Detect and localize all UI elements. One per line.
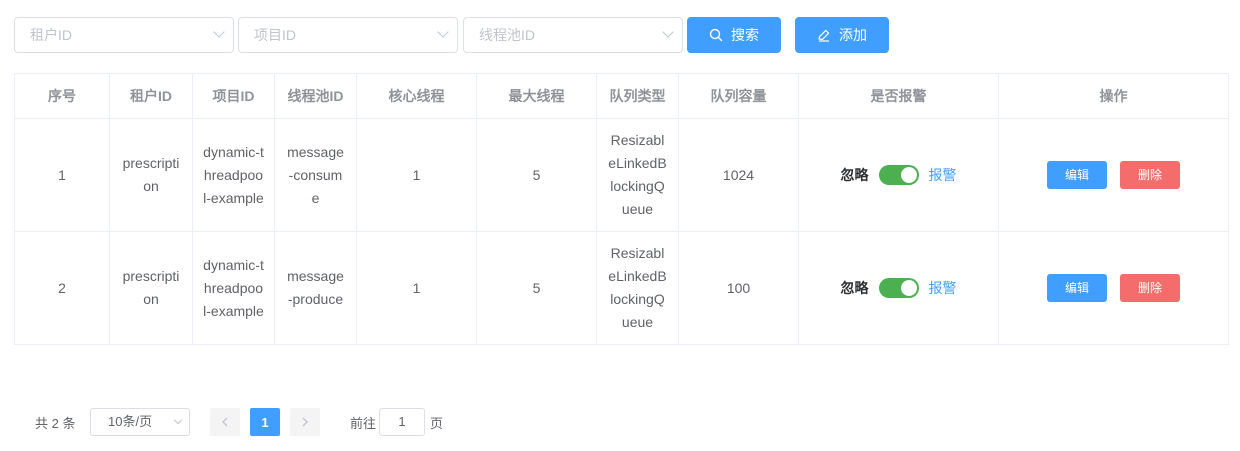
cell-pool: message-produce [274, 231, 357, 345]
cell-capacity: 100 [678, 231, 799, 345]
add-button[interactable]: 添加 [795, 17, 889, 53]
pool-id-select[interactable]: 线程池ID [463, 17, 683, 53]
chevron-left-icon [222, 417, 228, 427]
header-tenant-id: 租户ID [109, 73, 193, 119]
header-max-threads: 最大线程 [476, 73, 597, 119]
cell-core: 1 [356, 118, 477, 232]
cell-max: 5 [476, 231, 597, 345]
cell-queue-type: ResizableLinkedBlockingQueue [596, 118, 679, 232]
project-id-placeholder: 项目ID [254, 27, 296, 43]
pagination-total: 共 2 条 [35, 416, 76, 431]
edit-button[interactable]: 编辑 [1047, 274, 1107, 302]
cell-index: 2 [14, 231, 110, 345]
alarm-alert-label: 报警 [928, 279, 957, 296]
prev-page-button[interactable] [210, 408, 240, 436]
search-button[interactable]: 搜索 [687, 17, 781, 53]
cell-alarm: 忽略 报警 [798, 118, 999, 232]
toggle-knob [900, 280, 917, 296]
delete-button[interactable]: 删除 [1120, 274, 1180, 302]
chevron-down-icon [213, 26, 225, 38]
pool-id-placeholder: 线程池ID [479, 27, 535, 43]
search-icon [709, 28, 723, 42]
goto-suffix: 页 [430, 416, 444, 431]
cell-core: 1 [356, 231, 477, 345]
chevron-down-icon [662, 26, 674, 38]
alarm-toggle[interactable] [878, 165, 919, 185]
cell-alarm: 忽略 报警 [798, 231, 999, 345]
delete-button[interactable]: 删除 [1120, 161, 1180, 189]
cell-index: 1 [14, 118, 110, 232]
toggle-knob [900, 167, 917, 183]
edit-pen-icon [817, 28, 831, 42]
header-project-id: 项目ID [192, 73, 275, 119]
page-number-button[interactable]: 1 [250, 408, 280, 436]
header-core-threads: 核心线程 [356, 73, 477, 119]
header-queue-type: 队列类型 [596, 73, 679, 119]
table-row: 2 prescription dynamic-threadpool-exampl… [14, 231, 1229, 345]
cell-actions: 编辑 删除 [998, 231, 1229, 345]
tenant-id-select[interactable]: 租户ID [14, 17, 234, 53]
alarm-ignore-label: 忽略 [840, 279, 869, 296]
page-size-select[interactable]: 10条/页 [90, 408, 190, 436]
cell-actions: 编辑 删除 [998, 118, 1229, 232]
page-size-value: 10条/页 [108, 414, 153, 429]
chevron-down-icon [437, 26, 449, 38]
alarm-ignore-label: 忽略 [840, 166, 869, 183]
header-pool-id: 线程池ID [274, 73, 357, 119]
cell-queue-type: ResizableLinkedBlockingQueue [596, 231, 679, 345]
cell-tenant: prescription [109, 231, 193, 345]
header-alarm: 是否报警 [798, 73, 999, 119]
thread-pool-table: 序号 租户ID 项目ID 线程池ID 核心线程 最大线程 队列类型 队列容量 是… [14, 73, 1229, 345]
goto-prefix: 前往 [350, 416, 377, 431]
table-header-row: 序号 租户ID 项目ID 线程池ID 核心线程 最大线程 队列类型 队列容量 是… [14, 73, 1229, 119]
chevron-right-icon [302, 417, 308, 427]
cell-pool: message-consume [274, 118, 357, 232]
table-row: 1 prescription dynamic-threadpool-exampl… [14, 118, 1229, 232]
add-button-label: 添加 [839, 27, 867, 43]
header-queue-capacity: 队列容量 [678, 73, 799, 119]
project-id-select[interactable]: 项目ID [238, 17, 458, 53]
cell-capacity: 1024 [678, 118, 799, 232]
goto-page-input[interactable]: 1 [379, 408, 425, 436]
chevron-down-icon [173, 415, 183, 425]
cell-max: 5 [476, 118, 597, 232]
cell-tenant: prescription [109, 118, 193, 232]
header-index: 序号 [14, 73, 110, 119]
alarm-toggle[interactable] [878, 278, 919, 298]
edit-button[interactable]: 编辑 [1047, 161, 1107, 189]
search-button-label: 搜索 [731, 27, 759, 43]
cell-project: dynamic-threadpool-example [192, 231, 275, 345]
tenant-id-placeholder: 租户ID [30, 27, 72, 43]
cell-project: dynamic-threadpool-example [192, 118, 275, 232]
next-page-button[interactable] [290, 408, 320, 436]
header-actions: 操作 [998, 73, 1229, 119]
alarm-alert-label: 报警 [928, 166, 957, 183]
